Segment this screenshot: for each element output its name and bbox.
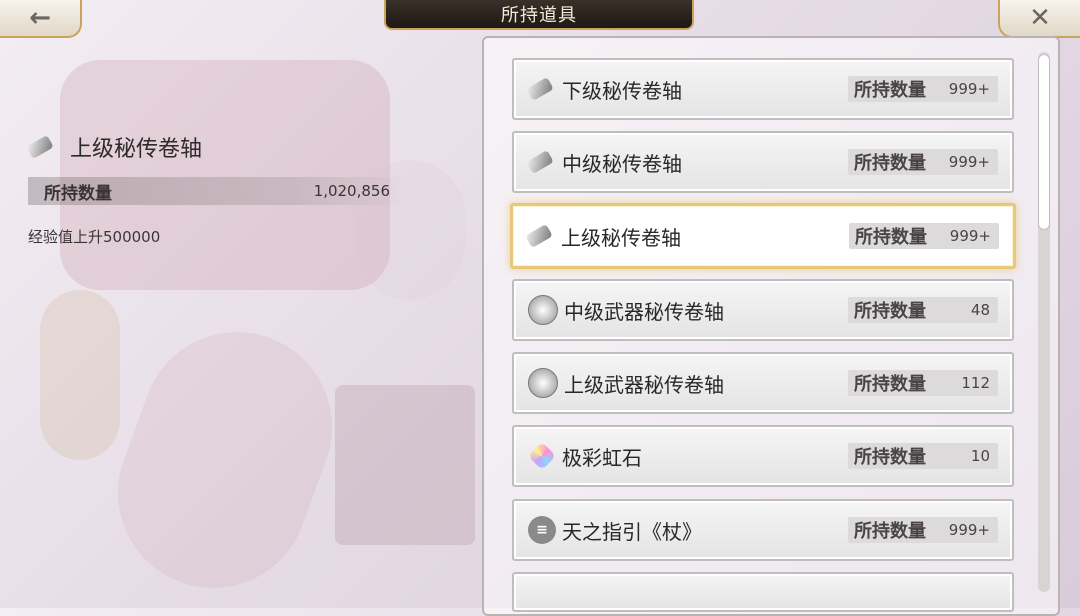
detail-item-header: 上级秘传卷轴 xyxy=(26,130,203,164)
list-item[interactable]: 上级武器秘传卷轴 所持数量 112 xyxy=(512,352,1014,414)
quantity-value: 48 xyxy=(970,301,990,319)
item-quantity: 所持数量 999+ xyxy=(848,517,998,543)
quantity-label: 所持数量 xyxy=(854,80,926,101)
item-name: 天之指引《杖》 xyxy=(562,519,702,544)
scroll-icon xyxy=(26,134,54,160)
quantity-label: 所持数量 xyxy=(854,301,926,322)
detail-item-name: 上级秘传卷轴 xyxy=(70,137,203,162)
item-name: 极彩虹石 xyxy=(562,445,642,470)
quantity-value: 10 xyxy=(970,447,990,465)
close-icon: ✕ xyxy=(1029,3,1051,33)
weapon-scroll-icon xyxy=(528,368,558,398)
detail-quantity-value: 1,020,856 xyxy=(313,182,390,200)
quantity-label: 所持数量 xyxy=(855,227,927,248)
quantity-value: 999+ xyxy=(948,153,990,171)
item-name: 上级秘传卷轴 xyxy=(561,225,681,250)
scrollbar-thumb[interactable] xyxy=(1038,54,1050,230)
item-name: 中级秘传卷轴 xyxy=(562,151,682,176)
list-scrollbar[interactable] xyxy=(1038,52,1050,592)
item-quantity: 所持数量 10 xyxy=(848,443,998,469)
list-item[interactable]: 极彩虹石 所持数量 10 xyxy=(512,425,1014,487)
quantity-label: 所持数量 xyxy=(854,153,926,174)
list-item-partial[interactable] xyxy=(512,572,1014,612)
detail-quantity-bar: 所持数量 1,020,856 xyxy=(28,177,406,205)
close-button[interactable]: ✕ xyxy=(998,0,1080,38)
quantity-label: 所持数量 xyxy=(854,447,926,468)
quantity-value: 999+ xyxy=(948,80,990,98)
detail-quantity-label: 所持数量 xyxy=(44,183,112,204)
quantity-value: 999+ xyxy=(948,521,990,539)
list-item-selected[interactable]: 上级秘传卷轴 所持数量 999+ xyxy=(510,203,1016,269)
rainbow-gem-icon xyxy=(527,441,557,471)
item-name: 上级武器秘传卷轴 xyxy=(564,372,724,397)
page-title: 所持道具 xyxy=(384,0,694,30)
item-quantity: 所持数量 999+ xyxy=(848,76,998,102)
scroll-icon xyxy=(526,149,554,175)
quantity-label: 所持数量 xyxy=(854,521,926,542)
scroll-icon xyxy=(525,223,553,249)
item-name: 下级秘传卷轴 xyxy=(562,78,682,103)
list-item[interactable]: ≡ 天之指引《杖》 所持数量 999+ xyxy=(512,499,1014,561)
item-name: 中级武器秘传卷轴 xyxy=(564,299,724,324)
background-lamp-illustration xyxy=(40,290,120,460)
list-item[interactable]: 中级秘传卷轴 所持数量 999+ xyxy=(512,131,1014,193)
quantity-value: 999+ xyxy=(949,227,991,245)
list-item[interactable]: 中级武器秘传卷轴 所持数量 48 xyxy=(512,279,1014,341)
arrow-left-icon: ← xyxy=(29,3,51,33)
list-item[interactable]: 下级秘传卷轴 所持数量 999+ xyxy=(512,58,1014,120)
detail-description: 经验值上升500000 xyxy=(28,228,161,246)
item-quantity: 所持数量 48 xyxy=(848,297,998,323)
item-quantity: 所持数量 999+ xyxy=(849,223,999,249)
item-quantity: 所持数量 999+ xyxy=(848,149,998,175)
weapon-scroll-icon xyxy=(528,295,558,325)
quantity-value: 112 xyxy=(961,374,990,392)
background-books-illustration xyxy=(335,385,475,545)
back-button[interactable]: ← xyxy=(0,0,82,38)
guide-staff-icon: ≡ xyxy=(528,516,556,544)
item-quantity: 所持数量 112 xyxy=(848,370,998,396)
scroll-icon xyxy=(526,76,554,102)
background-bag-illustration xyxy=(60,60,390,290)
background-scroll-illustration xyxy=(91,305,359,615)
quantity-label: 所持数量 xyxy=(854,374,926,395)
